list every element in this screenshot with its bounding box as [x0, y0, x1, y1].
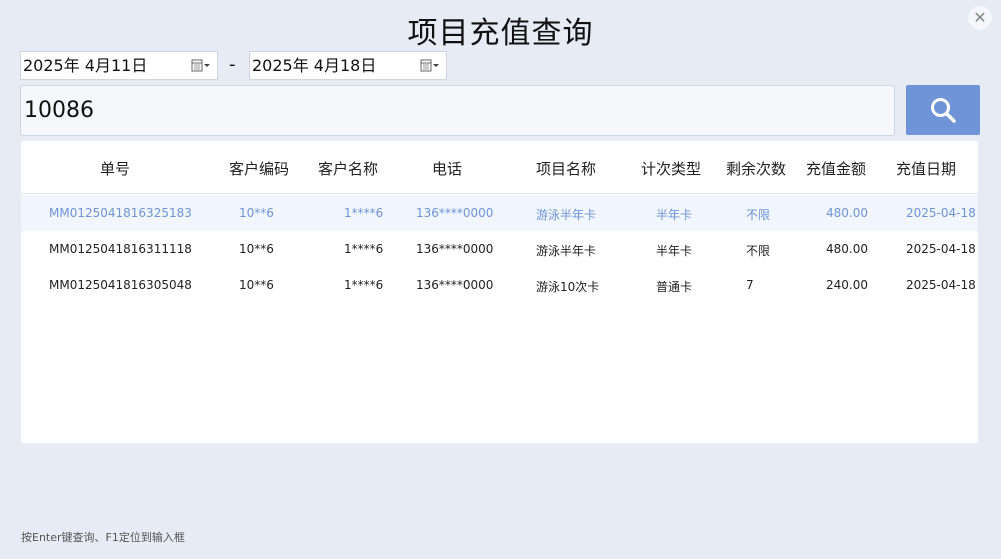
cell-date: 2025-04-18 [906, 206, 976, 220]
column-header-date[interactable]: 充值日期 [896, 158, 956, 179]
column-header-amount[interactable]: 充值金额 [806, 158, 866, 179]
calendar-dropdown-icon[interactable] [191, 58, 211, 74]
cell-order-no: MM0125041816305048 [49, 278, 192, 292]
search-button[interactable] [906, 85, 980, 135]
search-input[interactable]: 10086 [20, 85, 895, 136]
cell-date: 2025-04-18 [906, 242, 976, 256]
keyboard-hint: 按Enter键查询、F1定位到输入框 [21, 531, 185, 544]
column-header-remaining[interactable]: 剩余次数 [726, 158, 786, 179]
cell-phone: 136****0000 [416, 278, 494, 292]
close-button[interactable]: ✕ [968, 6, 992, 30]
cell-amount: 480.00 [826, 206, 868, 220]
cell-date: 2025-04-18 [906, 278, 976, 292]
results-table: 单号 客户编码 客户名称 电话 项目名称 计次类型 剩余次数 充值金额 充值日期… [21, 141, 978, 443]
cell-phone: 136****0000 [416, 206, 494, 220]
cell-customer-name: 1****6 [344, 242, 384, 256]
cell-remaining: 7 [746, 278, 754, 292]
cell-phone: 136****0000 [416, 242, 494, 256]
date-to-picker[interactable]: 2025年 4月18日 [249, 51, 447, 80]
cell-count-type: 普通卡 [656, 280, 693, 294]
column-header-customer-name[interactable]: 客户名称 [318, 158, 378, 179]
column-header-order-no[interactable]: 单号 [100, 158, 130, 179]
page-title: 项目充值查询 [407, 16, 594, 51]
cell-remaining: 不限 [746, 244, 771, 258]
cell-amount: 480.00 [826, 242, 868, 256]
date-from-picker[interactable]: 2025年 4月11日 [20, 51, 218, 80]
column-header-item-name[interactable]: 项目名称 [536, 158, 596, 179]
cell-order-no: MM0125041816311118 [49, 242, 192, 256]
cell-order-no: MM0125041816325183 [49, 206, 192, 220]
close-icon: ✕ [973, 8, 987, 27]
calendar-dropdown-icon[interactable] [420, 58, 440, 74]
cell-amount: 240.00 [826, 278, 868, 292]
cell-customer-name: 1****6 [344, 206, 384, 220]
cell-remaining: 不限 [746, 208, 771, 222]
date-separator: - [229, 54, 236, 75]
cell-customer-code: 10**6 [239, 242, 274, 256]
cell-item-name: 游泳10次卡 [536, 280, 600, 294]
date-from-value: 2025年 4月11日 [23, 56, 148, 75]
column-header-count-type[interactable]: 计次类型 [641, 158, 701, 179]
date-to-value: 2025年 4月18日 [252, 56, 377, 75]
table-row[interactable]: MM0125041816311118 10**6 1****6 136****0… [21, 231, 978, 267]
column-header-phone[interactable]: 电话 [432, 158, 462, 179]
table-header: 单号 客户编码 客户名称 电话 项目名称 计次类型 剩余次数 充值金额 充值日期 [21, 141, 978, 194]
cell-item-name: 游泳半年卡 [536, 244, 597, 258]
table-row[interactable]: MM0125041816325183 10**6 1****6 136****0… [21, 195, 978, 231]
column-header-customer-code[interactable]: 客户编码 [229, 158, 289, 179]
cell-item-name: 游泳半年卡 [536, 208, 597, 222]
cell-customer-code: 10**6 [239, 278, 274, 292]
search-icon [931, 98, 956, 123]
cell-customer-name: 1****6 [344, 278, 384, 292]
cell-count-type: 半年卡 [656, 244, 693, 258]
cell-count-type: 半年卡 [656, 208, 693, 222]
table-row[interactable]: MM0125041816305048 10**6 1****6 136****0… [21, 267, 978, 303]
cell-customer-code: 10**6 [239, 206, 274, 220]
